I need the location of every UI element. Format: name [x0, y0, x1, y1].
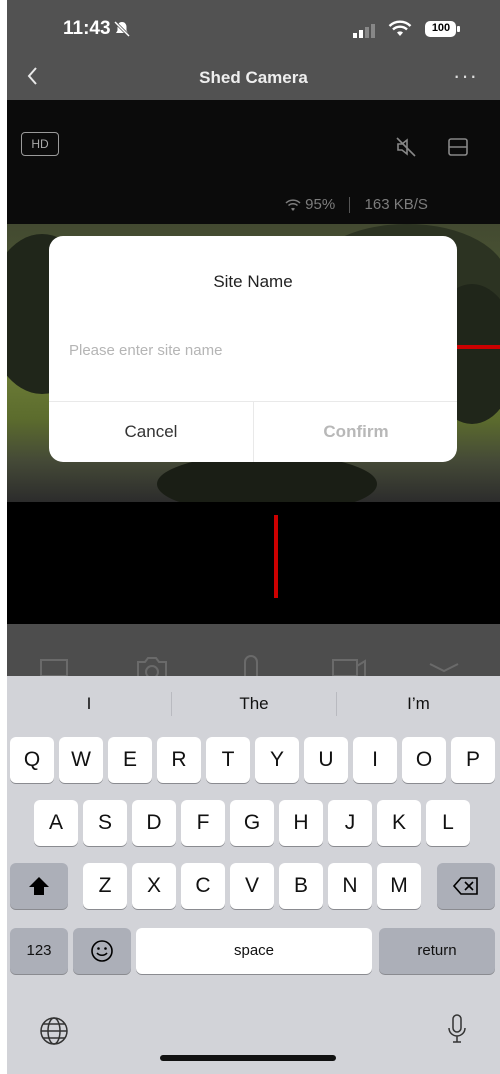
emoji-key[interactable] [73, 928, 131, 974]
network-info: 95% 163 KB/S [285, 196, 428, 214]
key-y[interactable]: Y [255, 737, 299, 783]
cancel-button[interactable]: Cancel [49, 402, 253, 462]
dictation-mic-icon[interactable] [447, 1014, 467, 1051]
key-d[interactable]: D [132, 800, 176, 846]
wifi-percent: 95% [305, 196, 336, 213]
wifi-icon [388, 20, 412, 43]
key-h[interactable]: H [279, 800, 323, 846]
silent-bell-icon [113, 20, 131, 43]
speaker-mute-icon[interactable] [395, 136, 417, 163]
cellular-signal-icon [353, 24, 379, 43]
suggestion-3[interactable]: I’m [337, 676, 500, 732]
page-title: Shed Camera [199, 68, 308, 87]
emoji-smiley-icon [90, 939, 114, 963]
key-u[interactable]: U [304, 737, 348, 783]
key-m[interactable]: M [377, 863, 421, 909]
key-n[interactable]: N [328, 863, 372, 909]
video-lower-area [7, 502, 500, 624]
shift-key[interactable] [10, 863, 68, 909]
key-z[interactable]: Z [83, 863, 127, 909]
home-indicator[interactable] [160, 1055, 336, 1061]
wifi-strength-icon [285, 196, 305, 213]
key-o[interactable]: O [402, 737, 446, 783]
key-g[interactable]: G [230, 800, 274, 846]
numbers-key[interactable]: 123 [10, 928, 68, 974]
suggestion-1[interactable]: I [7, 676, 171, 732]
layout-grid-icon[interactable] [447, 136, 469, 163]
key-c[interactable]: C [181, 863, 225, 909]
hd-quality-button[interactable]: HD [21, 132, 59, 156]
key-a[interactable]: A [34, 800, 78, 846]
key-e[interactable]: E [108, 737, 152, 783]
more-options-icon[interactable]: ··· [453, 63, 478, 89]
backspace-icon [452, 874, 479, 897]
key-v[interactable]: V [230, 863, 274, 909]
key-l[interactable]: L [426, 800, 470, 846]
key-q[interactable]: Q [10, 737, 54, 783]
site-name-input[interactable] [67, 337, 371, 363]
key-j[interactable]: J [328, 800, 372, 846]
app-screen: 11:43 100 Shed Camera ··· HD 95% 163 KB/… [7, 0, 500, 1074]
video-controls-bar: HD 95% 163 KB/S [7, 100, 500, 224]
bitrate: 163 KB/S [364, 196, 428, 213]
red-vertical-marker [274, 515, 278, 598]
nav-bar: Shed Camera ··· [7, 58, 500, 100]
space-key[interactable]: space [136, 928, 372, 974]
globe-icon[interactable] [39, 1016, 69, 1051]
key-f[interactable]: F [181, 800, 225, 846]
battery-level: 100 [431, 22, 451, 34]
key-p[interactable]: P [451, 737, 495, 783]
key-b[interactable]: B [279, 863, 323, 909]
key-s[interactable]: S [83, 800, 127, 846]
delete-key[interactable] [437, 863, 495, 909]
key-x[interactable]: X [132, 863, 176, 909]
shift-arrow-icon [28, 874, 50, 897]
dialog-title: Site Name [213, 272, 293, 291]
confirm-button[interactable]: Confirm [254, 402, 457, 462]
status-time: 11:43 [63, 18, 111, 39]
key-w[interactable]: W [59, 737, 103, 783]
key-t[interactable]: T [206, 737, 250, 783]
return-key[interactable]: return [379, 928, 495, 974]
key-r[interactable]: R [157, 737, 201, 783]
site-name-dialog: Site Name Cancel Confirm [49, 236, 457, 462]
key-i[interactable]: I [353, 737, 397, 783]
camera-toolbar [7, 624, 500, 679]
keyboard: I The I’m Q W E R T Y U I O P A S D F G … [7, 676, 500, 1074]
status-bar: 11:43 100 [7, 0, 500, 58]
suggestion-2[interactable]: The [172, 676, 336, 732]
key-k[interactable]: K [377, 800, 421, 846]
